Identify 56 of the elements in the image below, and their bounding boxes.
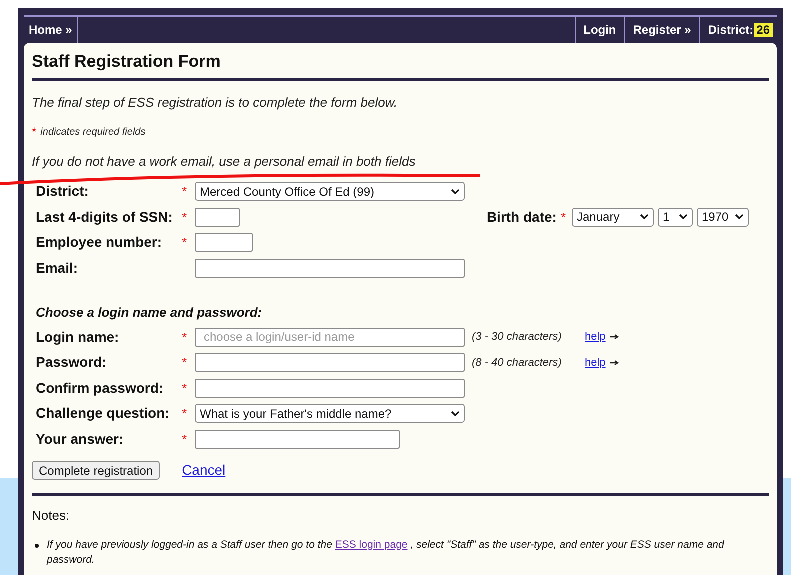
required-mark: * <box>182 356 188 370</box>
input-field[interactable] <box>195 378 465 398</box>
required-mark: * <box>182 210 188 224</box>
input-field[interactable] <box>195 208 240 227</box>
dropdown[interactable]: 1 <box>658 208 693 227</box>
notes-heading: Notes: <box>32 507 71 525</box>
caret-icon <box>735 214 744 220</box>
input-field[interactable] <box>195 233 253 252</box>
field-label: Last 4-digits of SSN: <box>36 208 174 227</box>
email-note: If you do not have a work email, use a personal email in both fields <box>32 152 417 171</box>
required-mark: * <box>182 236 188 250</box>
required-mark: * <box>32 126 37 138</box>
required-mark: * <box>182 185 188 198</box>
page-title: Staff Registration Form <box>32 51 769 81</box>
district-count: 26 <box>754 23 773 37</box>
caret-icon <box>679 214 688 220</box>
dropdown[interactable]: Merced County Office Of Ed (99) <box>195 182 465 202</box>
dropdown[interactable]: What is your Father's middle name? <box>195 404 465 424</box>
required-mark: * <box>182 382 188 395</box>
note-text: If you have previously logged-in as a Staff user then go to the ESS login page , select "Staff" as the user-type, and enter your ESS user name and password. <box>47 538 726 568</box>
field-label: Birth date: <box>486 208 557 227</box>
ess-login-link[interactable]: ESS login page <box>335 538 408 550</box>
field-label: Password: <box>36 353 108 372</box>
field-label: Challenge question: <box>36 404 171 424</box>
field-label: District: <box>36 182 90 202</box>
field-label: Your answer: <box>36 430 125 449</box>
intro-text: The final step of ESS registration is to complete the form below. <box>32 94 399 112</box>
arrow-icon <box>610 360 620 366</box>
input-field[interactable] <box>195 353 465 372</box>
help-link[interactable]: help <box>585 354 606 371</box>
caret-icon <box>451 410 460 417</box>
field-label: Login name: <box>36 328 120 347</box>
bullet-icon <box>35 544 39 548</box>
complete-registration-button[interactable]: Complete registration <box>32 461 160 480</box>
required-mark: * <box>182 330 188 344</box>
help-link[interactable]: help <box>585 329 606 346</box>
required-mark: * <box>182 432 188 446</box>
field-label: Email: <box>36 258 80 278</box>
length-hint: (3 - 30 characters) <box>472 330 563 345</box>
field-label: Employee number: <box>36 233 164 252</box>
section-heading: Choose a login name and password: <box>35 304 264 322</box>
required-note: indicates required fields <box>40 126 146 140</box>
caret-icon <box>640 214 649 220</box>
caret-icon <box>451 188 460 195</box>
input-field[interactable] <box>195 430 400 449</box>
input-field[interactable]: choose a login/user-id name <box>195 328 465 347</box>
input-field[interactable] <box>195 258 465 278</box>
dropdown[interactable]: January <box>572 208 654 227</box>
field-label: Confirm password: <box>36 378 165 398</box>
cancel-link[interactable]: Cancel <box>182 460 226 481</box>
required-mark: * <box>182 407 188 420</box>
nav-link[interactable]: District: <box>708 21 754 39</box>
dropdown[interactable]: 1970 <box>697 208 749 227</box>
arrow-icon <box>610 334 620 340</box>
length-hint: (8 - 40 characters) <box>472 356 563 370</box>
required-mark: * <box>560 210 566 224</box>
